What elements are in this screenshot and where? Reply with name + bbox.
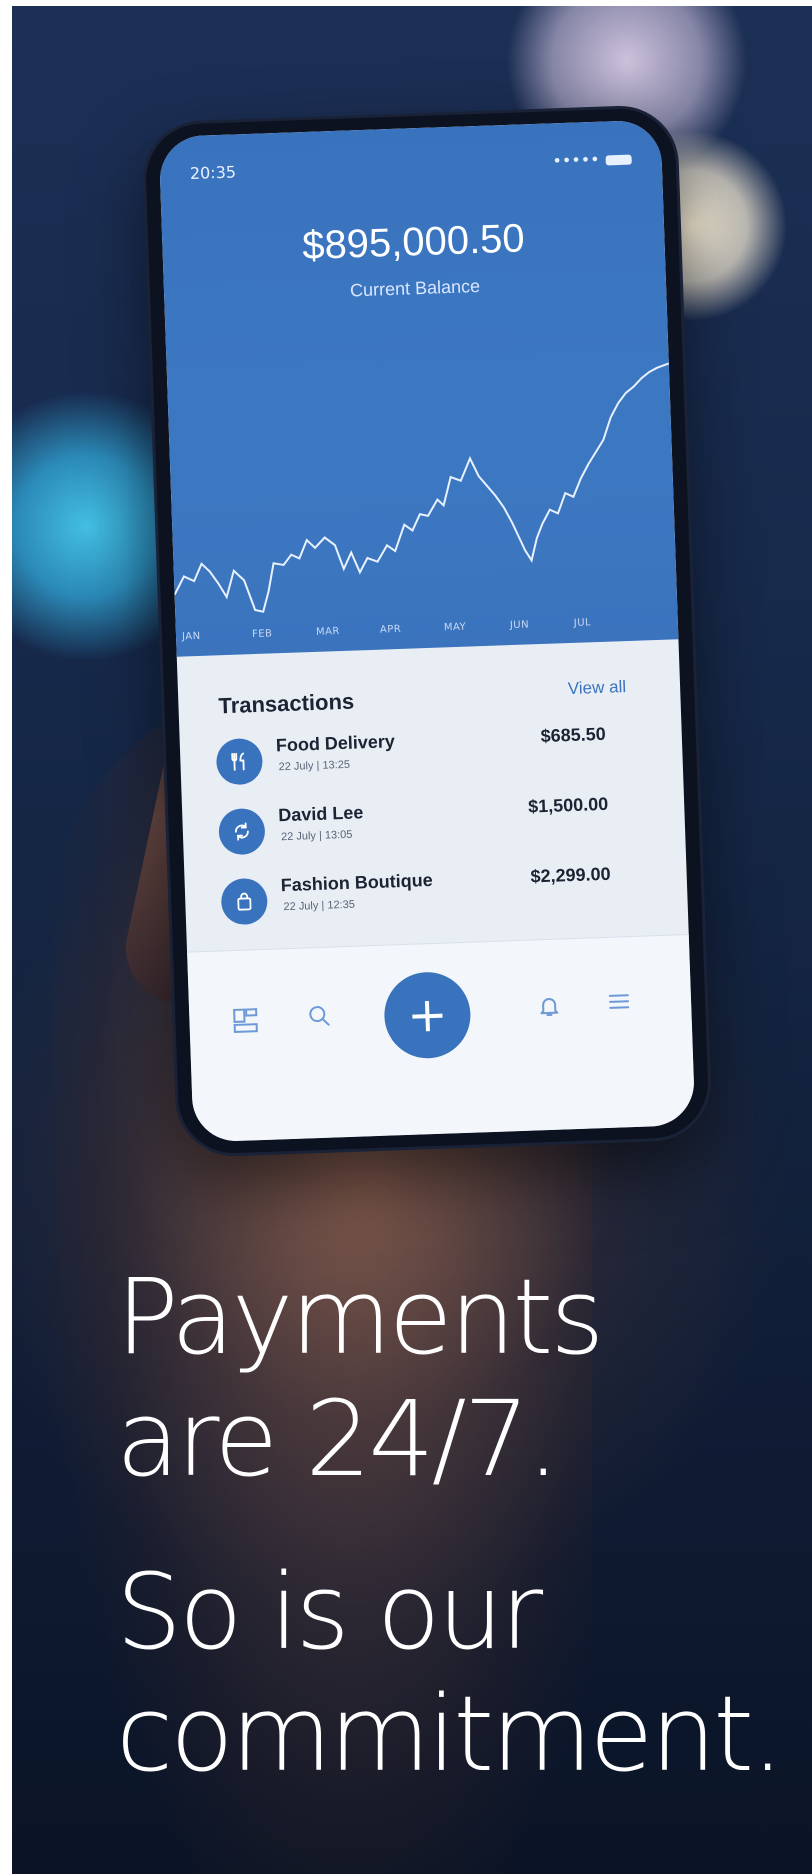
- menu-icon[interactable]: [598, 981, 639, 1022]
- transaction-amount: $1,500.00: [527, 793, 609, 817]
- transaction-date: 22 July | 12:35: [283, 898, 356, 914]
- battery-icon: [605, 154, 632, 165]
- signal-battery: •••••: [552, 149, 632, 171]
- chart-month: JAN: [181, 630, 201, 643]
- chart-month: MAY: [443, 621, 467, 634]
- headline-line: So is our: [116, 1551, 543, 1673]
- headline-line: are 24/7.: [116, 1378, 560, 1500]
- balance-chart: [173, 362, 670, 613]
- transaction-name: David Lee: [277, 802, 364, 826]
- transaction-date: 22 July | 13:25: [278, 758, 351, 774]
- transaction-name: Food Delivery: [275, 731, 396, 756]
- tab-bar: +: [187, 934, 696, 1143]
- shopping-bag-icon: [220, 877, 269, 926]
- add-icon[interactable]: +: [382, 970, 472, 1060]
- chart-month: JUL: [573, 617, 592, 629]
- chart-month: APR: [379, 623, 402, 636]
- ad-banner: 20:35 ••••• $895,000.50 Current Balance …: [12, 6, 812, 1874]
- signal-icon: •••••: [552, 149, 600, 171]
- phone-screen: 20:35 ••••• $895,000.50 Current Balance …: [158, 119, 696, 1143]
- transactions-title: Transactions: [218, 688, 355, 719]
- view-all-link[interactable]: View all: [567, 677, 626, 699]
- transaction-row[interactable]: Fashion Boutique 22 July | 12:35 $2,299.…: [220, 864, 612, 948]
- bell-icon[interactable]: [528, 985, 569, 1026]
- refresh-icon: [218, 807, 266, 856]
- transaction-amount: $685.50: [540, 723, 607, 747]
- smartphone: 20:35 ••••• $895,000.50 Current Balance …: [144, 107, 710, 1155]
- transaction-date: 22 July | 13:05: [280, 828, 353, 844]
- chart-month: FEB: [251, 628, 273, 641]
- status-time: 20:35: [189, 162, 237, 183]
- transaction-name: Fashion Boutique: [280, 869, 434, 896]
- headline-line: commitment.: [116, 1673, 784, 1795]
- chart-month: MAR: [315, 626, 341, 638]
- headline-line: Payments: [116, 1256, 604, 1378]
- search-icon[interactable]: [299, 995, 340, 1036]
- cutlery-icon: [215, 737, 264, 786]
- dashboard-icon[interactable]: [225, 1000, 266, 1041]
- transaction-amount: $2,299.00: [530, 863, 611, 887]
- balance-line: [173, 362, 670, 613]
- chart-month: JUN: [509, 619, 530, 632]
